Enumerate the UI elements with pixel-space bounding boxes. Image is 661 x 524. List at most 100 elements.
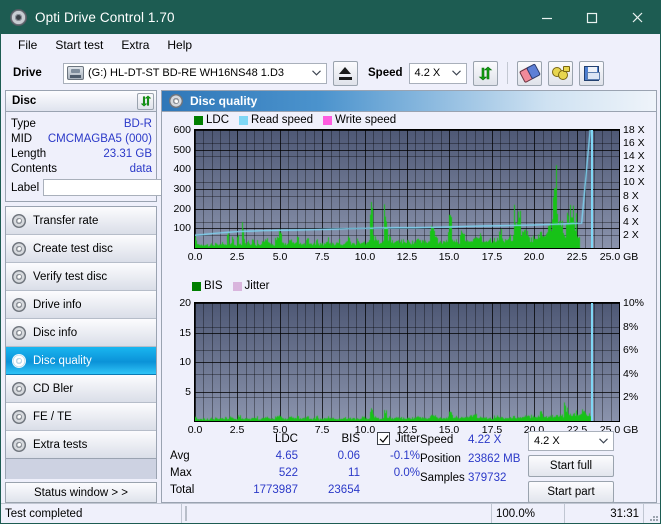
run-info-list: Speed 4.22 X Position 23862 MB Samples 3…	[420, 430, 528, 502]
stats-row-avg: Avg 4.65 0.06 -0.1%	[170, 447, 420, 464]
sidebar-item-disc-quality[interactable]: Disc quality	[6, 347, 156, 375]
axis-tick-label: 25.0 GB	[599, 251, 639, 263]
minimize-button[interactable]	[524, 1, 569, 34]
axis-tick-label: 600	[173, 124, 191, 136]
sidebar-item-disc-info[interactable]: Disc info	[6, 319, 156, 347]
speed-select[interactable]: 4.2 X	[408, 62, 467, 84]
maximize-button[interactable]	[569, 1, 614, 34]
run-info-key: Samples	[420, 471, 465, 484]
legend-item: Read speed	[239, 114, 313, 126]
axis-tick-label: 200	[173, 203, 191, 215]
end-of-data-marker	[591, 130, 593, 248]
progress-bar	[182, 504, 492, 523]
disc-panel: Disc Type BD-R MID CMCMAGBA5 (000) Lengt…	[5, 90, 246, 202]
axis-tick-label: 2%	[623, 391, 639, 403]
sidebar-item-label: Extra tests	[33, 438, 88, 451]
resize-grip[interactable]	[644, 504, 660, 523]
run-info-value: 379732	[468, 471, 507, 484]
save-button[interactable]	[578, 60, 604, 86]
axis-tick-label: 10	[179, 356, 191, 368]
sidebar-item-label: Create test disc	[33, 242, 113, 255]
start-full-button[interactable]: Start full	[528, 455, 614, 477]
disc-refresh-button[interactable]	[137, 92, 154, 110]
axis-tick-label: 7.5	[314, 251, 330, 263]
toolbar-separator	[506, 62, 508, 84]
menu-extra[interactable]: Extra	[112, 36, 158, 54]
sidebar-item-extra-tests[interactable]: Extra tests	[6, 431, 156, 458]
disc-value: 23.31 GB	[103, 147, 152, 160]
charts-area: LDC Read speed Write speed 100 200 300 400 500…	[162, 112, 657, 436]
sidebar-item-drive-info[interactable]: Drive info	[6, 291, 156, 319]
speed-select-value: 4.2 X	[414, 67, 441, 79]
bis-chart: BIS Jitter 5 10 15 20 2% 4% 6% 8% 10% 0.0 2.5 5.0 7…	[162, 280, 656, 440]
sidebar-item-transfer-rate[interactable]: Transfer rate	[6, 207, 156, 235]
chart-canvas	[195, 130, 619, 248]
test-nav-list: Transfer rate Create test disc Verify te…	[5, 206, 157, 459]
disc-key: Length	[11, 147, 47, 160]
disc-icon	[12, 241, 26, 256]
stats-row-total: Total 1773987 23654	[170, 481, 420, 498]
stats-total-bis: 23654	[328, 483, 360, 496]
sidebar-item-cd-bler[interactable]: CD Bler	[6, 375, 156, 403]
menu-bar: File Start test Extra Help	[1, 34, 660, 56]
legend-item: Write speed	[323, 114, 396, 126]
status-window-button[interactable]: Status window > >	[5, 482, 157, 503]
axis-tick-label: 5.0	[272, 424, 288, 436]
quality-chart-y2-axis: 2 X4 X6 X8 X 10 X 12 X 14 X 16 X 18 X	[623, 124, 657, 249]
tools-button[interactable]	[547, 60, 573, 86]
axis-tick-label: 10 X	[623, 176, 645, 188]
run-info-value: 23862 MB	[468, 453, 521, 465]
run-info-position: Position 23862 MB	[420, 449, 528, 469]
content-panel: Disc quality LDC Read speed Write speed 10…	[161, 90, 657, 503]
app-disc-icon	[10, 9, 27, 26]
axis-tick-label: 8 X	[623, 190, 639, 202]
refresh-drive-button[interactable]	[472, 60, 498, 86]
erase-button[interactable]	[516, 60, 542, 86]
gridline-vertical	[619, 303, 620, 421]
eject-button[interactable]	[333, 60, 358, 86]
menu-help[interactable]: Help	[158, 36, 201, 54]
disc-row-mid: MID CMCMAGBA5 (000)	[11, 131, 152, 146]
axis-tick-label: 100	[173, 222, 191, 234]
stats-row-name: Total	[170, 483, 195, 496]
axis-tick-label: 4%	[623, 368, 639, 380]
statistics-table: LDC BIS Jitter Avg 4.65 0.06 -0.1% Max 5…	[170, 430, 420, 502]
stats-row-name: Avg	[170, 449, 190, 462]
legend-label: Write speed	[335, 114, 397, 126]
start-part-button[interactable]: Start part	[528, 481, 614, 503]
sidebar-item-label: Verify test disc	[33, 270, 108, 283]
sidebar-item-create-test-disc[interactable]: Create test disc	[6, 235, 156, 263]
menu-file[interactable]: File	[9, 36, 46, 54]
axis-tick-label: 7.5	[314, 424, 330, 436]
chevron-down-icon	[594, 432, 613, 451]
axis-tick-label: 400	[173, 163, 191, 175]
disc-value: CMCMAGBA5 (000)	[47, 132, 152, 145]
stats-max-jitter: 0.0%	[393, 466, 420, 479]
sidebar-item-fe-te[interactable]: FE / TE	[6, 403, 156, 431]
drive-label: Drive	[13, 67, 42, 79]
disc-row-type: Type BD-R	[11, 116, 152, 131]
axis-tick-label: 5	[185, 386, 191, 398]
test-speed-select[interactable]: 4.2 X	[528, 431, 614, 451]
sidebar-item-verify-test-disc[interactable]: Verify test disc	[6, 263, 156, 291]
axis-tick-label: 15.0	[438, 424, 460, 436]
chevron-down-icon	[447, 64, 466, 83]
run-info-samples: Samples 379732	[420, 469, 528, 486]
status-bar: Test completed 100.0% 31:31	[1, 503, 660, 523]
window-title: Opti Drive Control 1.70	[35, 10, 175, 25]
eraser-icon	[518, 62, 541, 83]
run-info-key: Position	[420, 453, 461, 465]
sidebar-filler	[5, 459, 157, 479]
close-button[interactable]	[614, 1, 660, 34]
stats-max-bis: 11	[348, 466, 360, 479]
sidebar-item-label: Disc info	[33, 326, 78, 339]
legend-label: BIS	[204, 280, 223, 292]
legend-swatch-icon	[239, 115, 249, 125]
drive-select[interactable]: (G:) HL-DT-ST BD-RE WH16NS48 1.D3	[63, 62, 327, 84]
axis-tick-label: 12 X	[623, 163, 645, 175]
menu-start-test[interactable]: Start test	[46, 36, 112, 54]
axis-tick-label: 2 X	[623, 229, 639, 241]
legend-item: Jitter	[232, 280, 269, 292]
axis-tick-label: 16 X	[623, 137, 645, 149]
axis-tick-label: 2.5	[229, 424, 245, 436]
